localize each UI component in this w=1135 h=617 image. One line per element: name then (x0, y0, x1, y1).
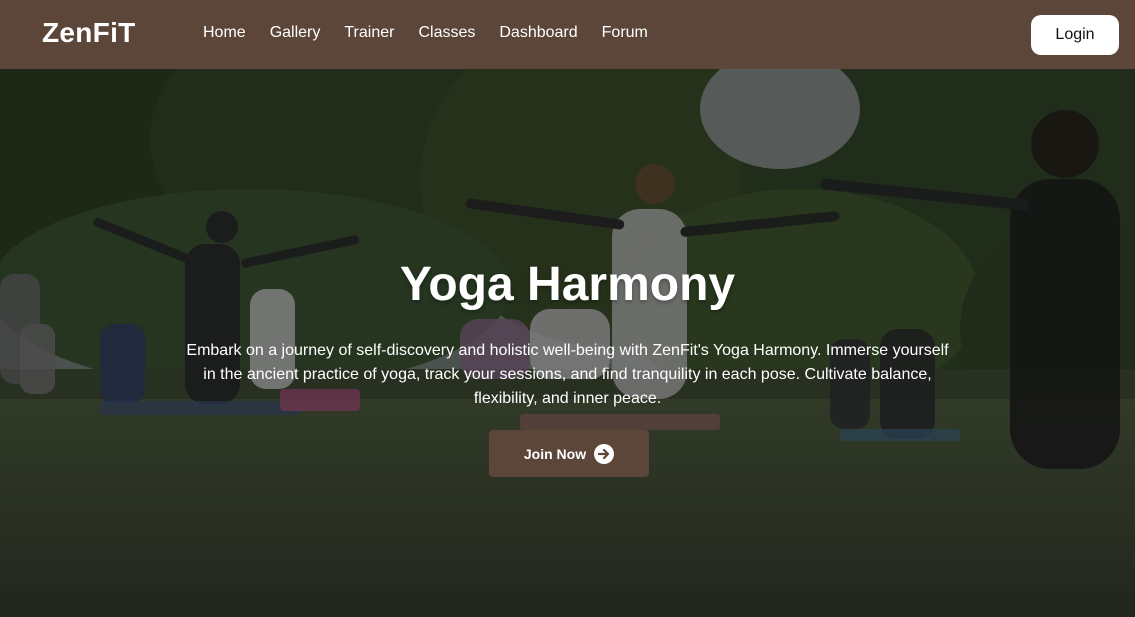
hero-section: Yoga Harmony Embark on a journey of self… (0, 69, 1135, 617)
nav-link-classes[interactable]: Classes (418, 24, 475, 42)
hero-content: Yoga Harmony Embark on a journey of self… (0, 69, 1135, 617)
hero-description: Embark on a journey of self-discovery an… (186, 342, 949, 407)
page: ZenFiT Home Gallery Trainer Classes Dash… (0, 0, 1135, 617)
login-button[interactable]: Login (1031, 15, 1119, 55)
nav-link-home[interactable]: Home (203, 24, 246, 42)
nav-links: Home Gallery Trainer Classes Dashboard F… (203, 24, 672, 42)
navbar: ZenFiT Home Gallery Trainer Classes Dash… (0, 0, 1135, 69)
logo[interactable]: ZenFiT (42, 17, 136, 49)
nav-link-gallery[interactable]: Gallery (270, 24, 321, 42)
nav-link-trainer[interactable]: Trainer (344, 24, 394, 42)
join-now-button[interactable]: Join Now (489, 430, 649, 477)
join-now-label: Join Now (523, 445, 587, 462)
hero-title: Yoga Harmony (399, 258, 736, 311)
nav-link-dashboard[interactable]: Dashboard (499, 24, 577, 42)
nav-link-forum[interactable]: Forum (602, 24, 648, 42)
arrow-right-circle-icon (594, 443, 615, 464)
